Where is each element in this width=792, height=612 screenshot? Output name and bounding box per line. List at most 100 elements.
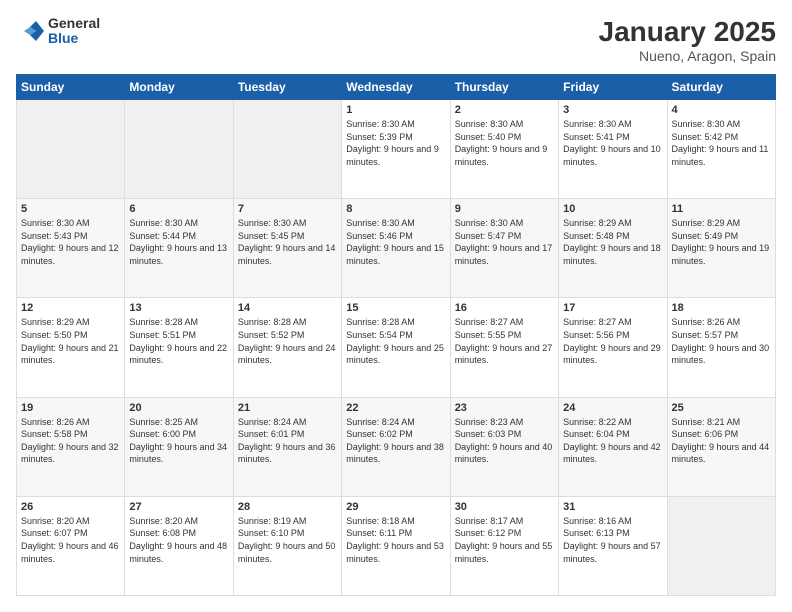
day-number: 4 [672,104,771,116]
day-number: 17 [563,302,662,314]
week-row-2: 5Sunrise: 8:30 AM Sunset: 5:43 PM Daylig… [17,199,776,298]
day-info: Sunrise: 8:30 AM Sunset: 5:44 PM Dayligh… [129,217,228,267]
day-number: 11 [672,203,771,215]
cell-week4-day1: 20 Sunrise: 8:25 AM Sunset: 6:00 PM Dayli… [125,397,233,496]
day-info: Sunrise: 8:20 AM Sunset: 6:08 PM Dayligh… [129,515,228,565]
day-info: Sunrise: 8:20 AM Sunset: 6:07 PM Dayligh… [21,515,120,565]
day-number: 2 [455,104,554,116]
cell-week4-day5: 24 Sunrise: 8:22 AM Sunset: 6:04 PM Dayli… [559,397,667,496]
cell-week5-day1: 27Sunrise: 8:20 AM Sunset: 6:08 PM Dayli… [125,496,233,595]
calendar-body: 1 Sunrise: 8:30 AM Sunset: 5:39 PM Daylig… [17,100,776,596]
cell-week4-day2: 21Sunrise: 8:24 AM Sunset: 6:01 PM Dayli… [233,397,341,496]
cell-week2-day4: 9 Sunrise: 8:30 AM Sunset: 5:47 PM Daylig… [450,199,558,298]
cell-week5-day6 [667,496,775,595]
day-info: Sunrise: 8:29 AM Sunset: 5:49 PM Dayligh… [672,217,771,267]
calendar-title: January 2025 [599,16,776,48]
day-number: 23 [455,402,554,414]
header-thursday: Thursday [450,75,558,100]
day-number: 12 [21,302,120,314]
cell-week2-day3: 8Sunrise: 8:30 AM Sunset: 5:46 PM Daylig… [342,199,450,298]
day-info: Sunrise: 8:25 AM Sunset: 6:00 PM Dayligh… [129,416,228,466]
day-number: 19 [21,402,120,414]
day-number: 14 [238,302,337,314]
calendar-subtitle: Nueno, Aragon, Spain [599,48,776,64]
cell-week1-day4: 2 Sunrise: 8:30 AM Sunset: 5:40 PM Daylig… [450,100,558,199]
day-info: Sunrise: 8:27 AM Sunset: 5:56 PM Dayligh… [563,316,662,366]
cell-week3-day5: 17 Sunrise: 8:27 AM Sunset: 5:56 PM Dayli… [559,298,667,397]
day-info: Sunrise: 8:29 AM Sunset: 5:48 PM Dayligh… [563,217,662,267]
day-info: Sunrise: 8:30 AM Sunset: 5:42 PM Dayligh… [672,118,771,168]
cell-week2-day6: 11 Sunrise: 8:29 AM Sunset: 5:49 PM Dayli… [667,199,775,298]
day-number: 6 [129,203,228,215]
day-info: Sunrise: 8:28 AM Sunset: 5:52 PM Dayligh… [238,316,337,366]
day-info: Sunrise: 8:30 AM Sunset: 5:47 PM Dayligh… [455,217,554,267]
day-info: Sunrise: 8:30 AM Sunset: 5:40 PM Dayligh… [455,118,554,168]
day-info: Sunrise: 8:23 AM Sunset: 6:03 PM Dayligh… [455,416,554,466]
header-saturday: Saturday [667,75,775,100]
day-number: 15 [346,302,445,314]
title-block: January 2025 Nueno, Aragon, Spain [599,16,776,64]
calendar-table: Sunday Monday Tuesday Wednesday Thursday… [16,74,776,596]
cell-week3-day0: 12Sunrise: 8:29 AM Sunset: 5:50 PM Dayli… [17,298,125,397]
logo: General Blue [16,16,100,47]
day-info: Sunrise: 8:28 AM Sunset: 5:54 PM Dayligh… [346,316,445,366]
day-info: Sunrise: 8:30 AM Sunset: 5:41 PM Dayligh… [563,118,662,168]
cell-week5-day3: 29 Sunrise: 8:18 AM Sunset: 6:11 PM Dayli… [342,496,450,595]
day-info: Sunrise: 8:30 AM Sunset: 5:45 PM Dayligh… [238,217,337,267]
day-info: Sunrise: 8:24 AM Sunset: 6:01 PM Dayligh… [238,416,337,466]
cell-week3-day2: 14 Sunrise: 8:28 AM Sunset: 5:52 PM Dayli… [233,298,341,397]
day-number: 16 [455,302,554,314]
day-number: 31 [563,501,662,513]
cell-week1-day5: 3Sunrise: 8:30 AM Sunset: 5:41 PM Daylig… [559,100,667,199]
logo-icon [16,17,44,45]
day-info: Sunrise: 8:24 AM Sunset: 6:02 PM Dayligh… [346,416,445,466]
calendar-header: Sunday Monday Tuesday Wednesday Thursday… [17,75,776,100]
cell-week1-day6: 4 Sunrise: 8:30 AM Sunset: 5:42 PM Daylig… [667,100,775,199]
day-number: 9 [455,203,554,215]
logo-text: General Blue [48,16,100,47]
day-info: Sunrise: 8:22 AM Sunset: 6:04 PM Dayligh… [563,416,662,466]
day-info: Sunrise: 8:27 AM Sunset: 5:55 PM Dayligh… [455,316,554,366]
day-number: 29 [346,501,445,513]
cell-week4-day4: 23 Sunrise: 8:23 AM Sunset: 6:03 PM Dayli… [450,397,558,496]
day-info: Sunrise: 8:19 AM Sunset: 6:10 PM Dayligh… [238,515,337,565]
logo-blue-label: Blue [48,31,100,46]
day-number: 25 [672,402,771,414]
cell-week3-day4: 16 Sunrise: 8:27 AM Sunset: 5:55 PM Dayli… [450,298,558,397]
cell-week1-day1 [125,100,233,199]
day-info: Sunrise: 8:26 AM Sunset: 5:57 PM Dayligh… [672,316,771,366]
header: General Blue January 2025 Nueno, Aragon,… [16,16,776,64]
day-number: 10 [563,203,662,215]
cell-week1-day2 [233,100,341,199]
cell-week1-day0 [17,100,125,199]
page: General Blue January 2025 Nueno, Aragon,… [0,0,792,612]
day-info: Sunrise: 8:17 AM Sunset: 6:12 PM Dayligh… [455,515,554,565]
day-info: Sunrise: 8:30 AM Sunset: 5:43 PM Dayligh… [21,217,120,267]
cell-week5-day2: 28 Sunrise: 8:19 AM Sunset: 6:10 PM Dayli… [233,496,341,595]
week-row-3: 12Sunrise: 8:29 AM Sunset: 5:50 PM Dayli… [17,298,776,397]
day-number: 20 [129,402,228,414]
day-info: Sunrise: 8:30 AM Sunset: 5:39 PM Dayligh… [346,118,445,168]
cell-week4-day3: 22 Sunrise: 8:24 AM Sunset: 6:02 PM Dayli… [342,397,450,496]
day-number: 24 [563,402,662,414]
day-number: 13 [129,302,228,314]
weekday-header-row: Sunday Monday Tuesday Wednesday Thursday… [17,75,776,100]
day-number: 26 [21,501,120,513]
cell-week2-day5: 10 Sunrise: 8:29 AM Sunset: 5:48 PM Dayli… [559,199,667,298]
cell-week3-day3: 15 Sunrise: 8:28 AM Sunset: 5:54 PM Dayli… [342,298,450,397]
day-info: Sunrise: 8:18 AM Sunset: 6:11 PM Dayligh… [346,515,445,565]
header-tuesday: Tuesday [233,75,341,100]
day-info: Sunrise: 8:21 AM Sunset: 6:06 PM Dayligh… [672,416,771,466]
day-number: 30 [455,501,554,513]
week-row-1: 1 Sunrise: 8:30 AM Sunset: 5:39 PM Daylig… [17,100,776,199]
day-number: 22 [346,402,445,414]
day-info: Sunrise: 8:16 AM Sunset: 6:13 PM Dayligh… [563,515,662,565]
cell-week1-day3: 1 Sunrise: 8:30 AM Sunset: 5:39 PM Daylig… [342,100,450,199]
day-number: 28 [238,501,337,513]
week-row-5: 26 Sunrise: 8:20 AM Sunset: 6:07 PM Dayli… [17,496,776,595]
cell-week2-day1: 6 Sunrise: 8:30 AM Sunset: 5:44 PM Daylig… [125,199,233,298]
week-row-4: 19Sunrise: 8:26 AM Sunset: 5:58 PM Dayli… [17,397,776,496]
header-monday: Monday [125,75,233,100]
day-number: 1 [346,104,445,116]
cell-week3-day6: 18Sunrise: 8:26 AM Sunset: 5:57 PM Dayli… [667,298,775,397]
